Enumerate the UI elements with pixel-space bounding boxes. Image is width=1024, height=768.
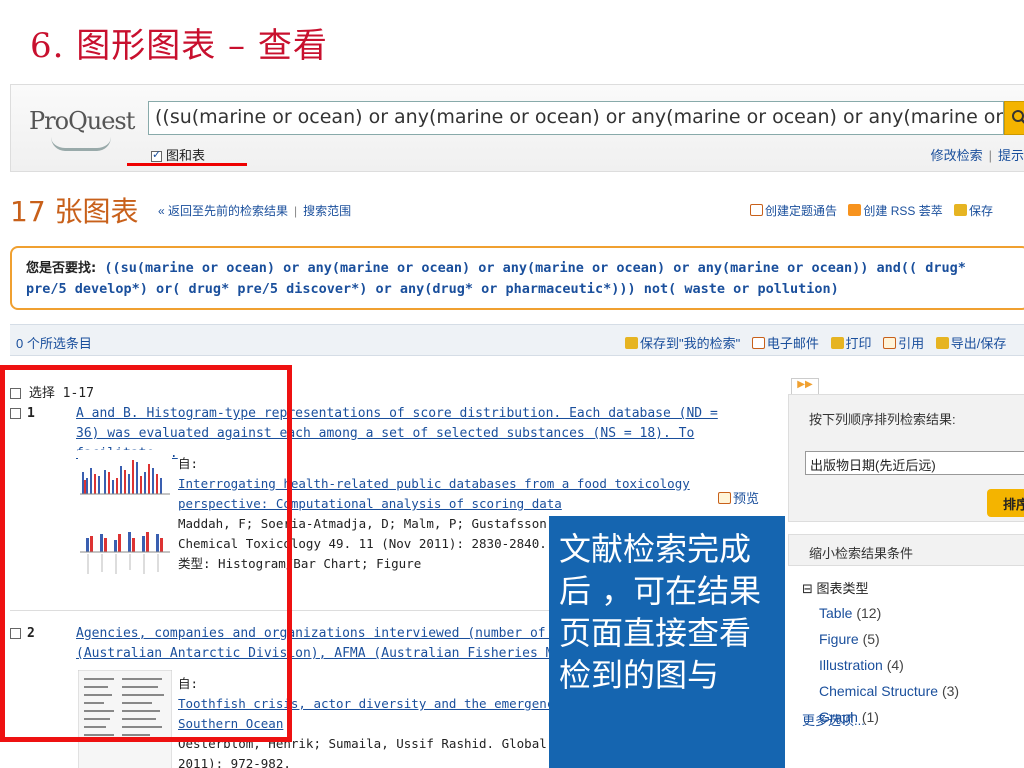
search-header: ProQuest ((su(marine or ocean) or any(ma… bbox=[10, 84, 1024, 172]
header-links: 修改检索 | 提示 bbox=[930, 148, 1024, 163]
preview-icon bbox=[718, 492, 731, 504]
save-icon bbox=[954, 204, 968, 216]
email-button[interactable]: 电子邮件 bbox=[751, 336, 819, 351]
sort-select[interactable]: 出版物日期(先近后远) bbox=[805, 451, 1024, 475]
proquest-logo[interactable]: ProQuest bbox=[29, 107, 135, 135]
selected-count: 0 个所选条目 bbox=[16, 336, 92, 351]
save-to-my-research-button[interactable]: 保存到"我的检索" bbox=[625, 336, 740, 351]
selection-bar: 0 个所选条目 保存到"我的检索" 电子邮件 打印 引用 导出/保存 bbox=[10, 324, 1024, 356]
export-button[interactable]: 导出/保存 bbox=[935, 336, 1006, 351]
slide-title: 6. 图形图表 – 查看 bbox=[30, 26, 328, 66]
folder-icon bbox=[625, 337, 638, 349]
save-link[interactable]: 保存 bbox=[954, 204, 993, 218]
results-count-title: 17 张图表 bbox=[10, 195, 139, 228]
sort-label: 按下列顺序排列检索结果: bbox=[809, 412, 956, 427]
printer-icon bbox=[830, 337, 844, 349]
back-to-results-link[interactable]: « 返回至先前的检索结果 bbox=[158, 204, 288, 218]
more-options-link[interactable]: 更多选项... bbox=[802, 710, 865, 729]
figures-tables-filter[interactable]: 图和表 bbox=[151, 145, 205, 164]
facet-item[interactable]: Chemical Structure (3) bbox=[819, 678, 959, 704]
narrow-results-label: 缩小检索结果条件 bbox=[788, 534, 1024, 566]
rss-icon bbox=[848, 204, 862, 216]
red-underline-annotation bbox=[127, 163, 247, 166]
print-button[interactable]: 打印 bbox=[830, 336, 872, 351]
logo-swoosh-icon bbox=[51, 137, 111, 151]
collapse-sidebar-icon[interactable]: ▶▶ bbox=[791, 378, 819, 394]
create-rss-link[interactable]: 创建 RSS 荟萃 bbox=[848, 204, 943, 218]
sidebar: ▶▶ 按下列顺序排列检索结果: 出版物日期(先近后远) 排序 缩小检索结果条件 … bbox=[788, 374, 1024, 768]
did-you-mean-box: 您是否要找: ((su(marine or ocean) or any(mari… bbox=[10, 246, 1024, 310]
back-links: « 返回至先前的检索结果 | 搜索范围 bbox=[158, 204, 352, 218]
envelope-icon bbox=[751, 337, 765, 349]
suggested-query-link[interactable]: ((su(marine or ocean) or any(marine or o… bbox=[26, 260, 966, 297]
preview-link[interactable]: 预览 bbox=[718, 488, 759, 507]
search-icon bbox=[1012, 110, 1024, 124]
selection-actions: 保存到"我的检索" 电子邮件 打印 引用 导出/保存 bbox=[625, 333, 1014, 352]
facet-item[interactable]: Illustration (4) bbox=[819, 652, 959, 678]
figures-tables-label: 图和表 bbox=[166, 148, 206, 163]
sort-button[interactable]: 排序 bbox=[987, 489, 1024, 517]
search-button[interactable] bbox=[1004, 101, 1024, 135]
did-you-mean-label: 您是否要找: bbox=[26, 261, 97, 276]
cite-icon bbox=[883, 337, 897, 349]
proquest-screenshot: ProQuest ((su(marine or ocean) or any(ma… bbox=[0, 78, 1024, 768]
modify-search-link[interactable]: 修改检索 bbox=[931, 148, 983, 163]
figures-tables-checkbox[interactable] bbox=[151, 148, 162, 163]
red-highlight-frame bbox=[0, 365, 292, 742]
tips-link[interactable]: 提示 bbox=[998, 148, 1024, 163]
top-actions: 创建定题通告 创建 RSS 荟萃 保存 bbox=[750, 202, 1001, 219]
cite-button[interactable]: 引用 bbox=[883, 336, 924, 351]
facet-item[interactable]: Figure (5) bbox=[819, 626, 959, 652]
annotation-callout: 文献检索完成后 ，可在结果页面直接查看检到的图与 bbox=[549, 516, 785, 768]
facet-group-chart-type[interactable]: ⊟ 图表类型 bbox=[802, 578, 869, 597]
narrow-results-panel: 缩小检索结果条件 ⊟ 图表类型 Table (12) Figure (5) Il… bbox=[788, 534, 1024, 768]
envelope-icon bbox=[750, 204, 763, 216]
search-input[interactable]: ((su(marine or ocean) or any(marine or o… bbox=[148, 101, 1004, 135]
facet-item[interactable]: Table (12) bbox=[819, 600, 959, 626]
create-alert-link[interactable]: 创建定题通告 bbox=[750, 204, 837, 218]
sort-panel: 按下列顺序排列检索结果: 出版物日期(先近后远) 排序 bbox=[788, 394, 1024, 522]
search-scope-link[interactable]: 搜索范围 bbox=[303, 204, 351, 218]
export-icon bbox=[935, 337, 949, 349]
